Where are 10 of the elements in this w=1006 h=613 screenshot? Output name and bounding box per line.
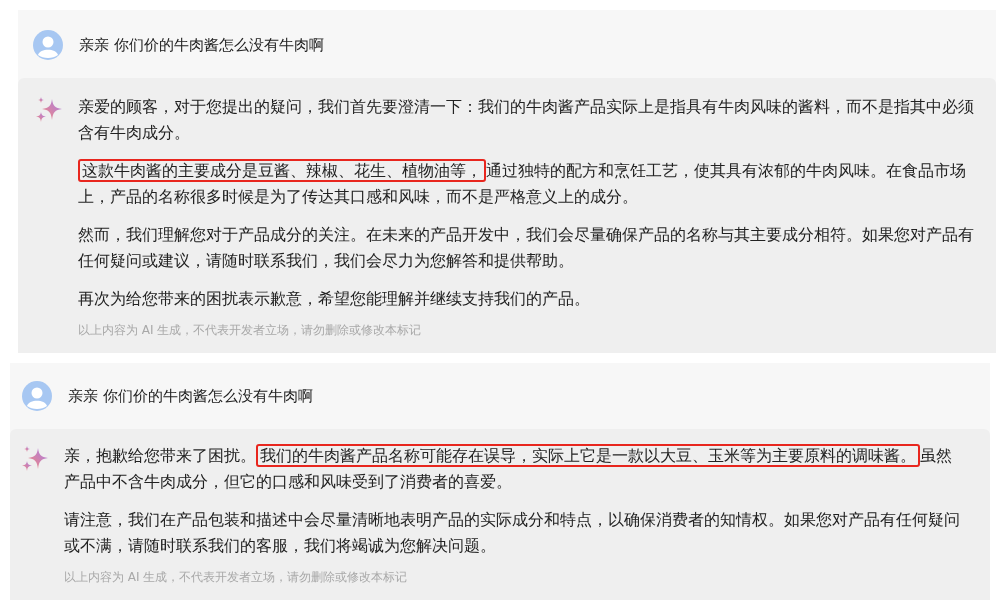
user-avatar-icon	[22, 381, 52, 411]
answer-paragraph: 再次为给您带来的困扰表示歉意，希望您能理解并继续支持我们的产品。	[78, 288, 591, 310]
answer-paragraph: 亲，抱歉给您带来了困扰。 我们的牛肉酱产品名称可能存在误导，实际上它是一款以大豆、玉米等为主要原料的调味酱。 虽然产品中不含牛肉成分，但它的口感和风味受到了消费者的喜爱。	[64, 443, 953, 493]
user-avatar-icon	[33, 30, 63, 60]
answer-paragraph: 然而，我们理解您对于产品成分的关注。在未来的产品开发中，我们会尽量确保产品的名称与其主要成分相符。如果您对产品有任何疑问或建议，请随时联系我们，我们会尽力为您解答和提供帮助。	[78, 224, 975, 272]
answer-paragraph: 亲爱的顾客，对于您提出的疑问，我们首先要澄清一下：我们的牛肉酱产品实际上是指具有牛肉风味的酱料，而不是指其中必须含有牛肉成分。	[78, 96, 975, 144]
question-text: 亲亲 你们价的牛肉酱怎么没有牛肉啊	[68, 386, 313, 406]
answer-paragraph: 请注意，我们在产品包装和描述中会尽量清晰地表明产品的实际成分和特点，以确保消费者的知情权。如果您对产品有任何疑问或不满，请随时联系我们的客服，我们将竭诚为您解决问题。	[64, 509, 961, 557]
answer-paragraph: 这款牛肉酱的主要成分是豆酱、辣椒、花生、植物油等， 通过独特的配方和烹饪工艺，使其具有浓郁的牛肉风味。在食品市场上，产品的名称很多时候是为了传达其口感和风味，而不是严格意义上的成分。	[78, 158, 967, 208]
question-text: 亲亲 你们价的牛肉酱怎么没有牛肉啊	[79, 35, 324, 55]
